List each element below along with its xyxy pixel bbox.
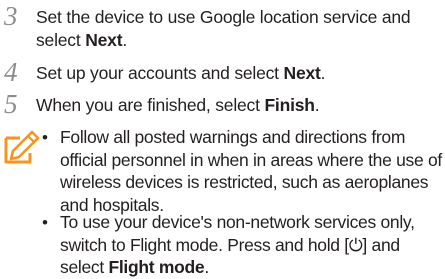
flight-mode-label: Flight mode [108, 257, 205, 277]
bullet-dot: • [42, 213, 48, 232]
step-number: 3 [4, 1, 18, 31]
step-text: Set the device to use Google location se… [36, 7, 411, 50]
finish-label: Finish [264, 95, 315, 115]
bullet-dot: • [42, 128, 48, 147]
next-label: Next [283, 63, 321, 83]
step-text: Set up your accounts and select Next. [36, 63, 326, 83]
step-text: When you are finished, select Finish. [36, 95, 320, 115]
note-text: To use your device's non-network service… [60, 212, 415, 277]
step-number: 4 [4, 57, 18, 87]
step-number: 5 [4, 89, 18, 119]
next-label: Next [85, 30, 123, 50]
note-text: Follow all posted warnings and direction… [60, 127, 442, 215]
note-pencil-icon [4, 130, 40, 164]
power-key-icon: ⏻ [348, 234, 363, 255]
